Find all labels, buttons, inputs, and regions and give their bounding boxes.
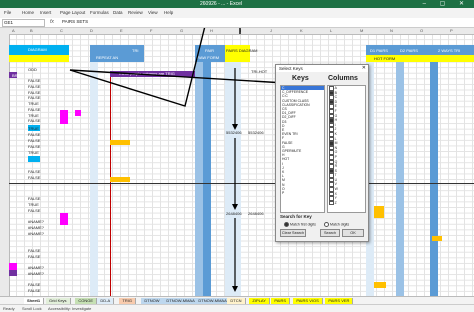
column-checkbox-label: Z: [334, 201, 337, 206]
formula-input[interactable]: PAIRS SETS: [62, 19, 88, 25]
ribbon-tab-file[interactable]: File: [4, 10, 11, 15]
ribbon-tab-formulas[interactable]: Formulas: [90, 10, 109, 15]
status-ready: Ready: [3, 306, 15, 311]
radio-label: Match digits: [330, 222, 350, 227]
column-checkbox-label: G: [334, 113, 338, 118]
search-for-key-label: Search for Key: [280, 214, 312, 219]
ribbon-tab-help[interactable]: Help: [164, 10, 173, 15]
radio-unselected-icon: [324, 222, 329, 227]
column-checkbox-label: O: [334, 150, 338, 155]
ribbon-tab-review[interactable]: Review: [128, 10, 143, 15]
dialog-title: Select Keys: [276, 65, 368, 72]
column-checkbox-label: H: [334, 118, 338, 123]
fx-icon: fx: [50, 19, 54, 25]
ribbon-tab-home[interactable]: Home: [22, 10, 34, 15]
arrow-line: [69, 69, 286, 84]
column-checkbox-label: T: [334, 173, 337, 178]
column-checkbox-label: E: [334, 104, 337, 109]
column-checkbox-label: F: [334, 109, 337, 114]
column-checkbox-label: U: [334, 178, 338, 183]
arrow-line: [69, 28, 241, 107]
column-checkbox-label: M: [334, 141, 338, 146]
worksheet-grid[interactable]: A B C D E F G H I J K L M N O P DIAGRAM …: [0, 28, 474, 296]
column-checkbox-row[interactable]: Z: [328, 200, 365, 206]
column-checkbox-label: Q: [334, 159, 338, 164]
arrow-head: [232, 204, 238, 210]
column-checkbox-label: L: [334, 136, 337, 141]
column-checkbox-label: V: [334, 182, 337, 187]
ribbon-tab-view[interactable]: View: [148, 10, 158, 15]
title-bar: 260926 - ... - Excel – ▢ ✕: [0, 0, 474, 8]
column-checkbox-label: B: [334, 90, 337, 95]
list-item[interactable]: P: [281, 191, 324, 195]
column-checkbox-label: X: [334, 191, 337, 196]
formula-bar: GE1 fx PAIRS SETS: [0, 18, 474, 28]
column-checkbox-label: A: [334, 86, 337, 91]
close-icon[interactable]: ✕: [362, 65, 366, 72]
annotation-arrows: [69, 28, 286, 292]
status-scroll-lock: Scroll Lock: [22, 306, 42, 311]
columns-header: Columns: [328, 75, 358, 82]
column-checkbox-label: K: [334, 132, 337, 137]
ribbon-tab-page-layout[interactable]: Page Layout: [60, 10, 85, 15]
radio-match-first[interactable]: Match first digits: [284, 222, 316, 227]
arrow-head: [232, 124, 238, 130]
column-checkbox-label: P: [334, 155, 337, 160]
keys-list[interactable]: C C_DIFFERENCE C:C CUSTOM CLASS CLASSIFI…: [280, 85, 325, 213]
ribbon-tab-insert[interactable]: Insert: [40, 10, 51, 15]
radio-label: Match first digits: [290, 222, 316, 227]
radio-selected-icon: [284, 222, 289, 227]
select-keys-dialog: Select Keys ✕ Keys Columns C C_DIFFERENC…: [275, 64, 369, 242]
radio-match-digits[interactable]: Match digits: [324, 222, 349, 227]
column-checkbox-label: Y: [334, 196, 337, 201]
status-accessibility[interactable]: Accessibility: Investigate: [48, 306, 91, 311]
arrow-head: [232, 286, 238, 292]
window-controls[interactable]: – ▢ ✕: [423, 0, 470, 7]
column-checkbox-label: W: [334, 187, 338, 192]
column-checkbox-label: D: [334, 99, 338, 104]
column-checkbox-label: N: [334, 145, 338, 150]
ok-button[interactable]: OK: [342, 229, 364, 237]
window-title: 260926 - ... - Excel: [200, 1, 242, 7]
column-checkbox-label: C: [334, 95, 338, 100]
column-checkbox-label: R: [334, 164, 338, 169]
column-checkbox-label: J: [334, 127, 337, 132]
keys-header: Keys: [292, 75, 309, 82]
checkbox-icon[interactable]: [329, 200, 334, 206]
ribbon-tab-data[interactable]: Data: [113, 10, 123, 15]
search-button[interactable]: Search: [320, 229, 340, 237]
clear-search-button[interactable]: Clear Search: [280, 229, 306, 237]
column-checkbox-label: I: [334, 122, 336, 127]
name-box[interactable]: GE1: [2, 19, 45, 27]
columns-list[interactable]: ABCDEFGHIJKLMNOPQRSTUVWXYZ: [327, 85, 366, 213]
column-checkbox-label: S: [334, 168, 337, 173]
